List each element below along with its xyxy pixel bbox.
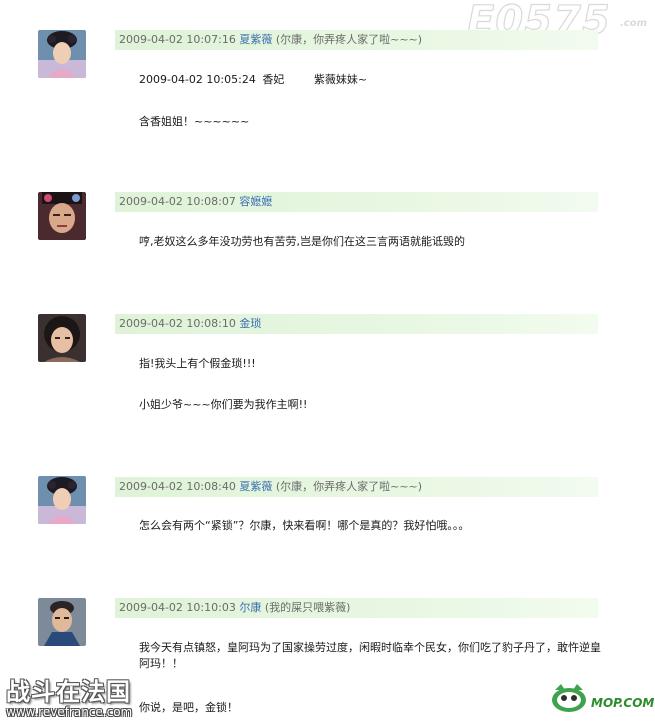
message-timestamp: 2009-04-02 10:10:03: [119, 601, 236, 614]
message-header: 2009-04-02 10:10:03 尔康 (我的屎只喂紫薇): [115, 598, 598, 618]
watermark-url: www.revefrance.com: [6, 705, 133, 719]
sender-signature: (尔康，你弄疼人家了啦~~~): [275, 480, 423, 493]
sender-name[interactable]: 夏紫薇: [239, 33, 272, 46]
avatar-jinsuo-icon: [38, 314, 86, 362]
message-timestamp: 2009-04-02 10:08:07: [119, 195, 236, 208]
message-timestamp: 2009-04-02 10:08:40: [119, 480, 236, 493]
sender-signature: (我的屎只喂紫薇): [264, 601, 351, 614]
message-text: 小姐少爷~~~你们要为我作主啊!!: [139, 398, 308, 411]
avatar-rongmama-icon: [38, 192, 86, 240]
avatar: [38, 598, 86, 646]
message-text: 怎么会有两个“紧锁”？尔康，快来看啊！哪个是真的？我好怕哦。。。: [139, 519, 470, 532]
message-text: 你说，是吧，金锁！: [139, 701, 238, 714]
avatar-erkang-icon: [38, 598, 86, 646]
forum-watermark: 战斗在法国 www.revefrance.com: [6, 672, 132, 719]
message-header: 2009-04-02 10:08:10 金琐: [115, 314, 598, 334]
avatar: [38, 476, 86, 524]
message-header: 2009-04-02 10:07:16 夏紫薇 (尔康，你弄疼人家了啦~~~): [115, 30, 598, 50]
sender-name[interactable]: 尔康: [239, 601, 261, 614]
avatar: [38, 30, 86, 78]
watermark-logo-sub: .com: [619, 18, 647, 29]
message-text: 含香姐姐！~~~~~~: [139, 115, 250, 128]
quoted-text: 紫薇妹妹~: [313, 73, 368, 86]
mop-watermark: MOP.COM: [549, 682, 654, 718]
quoted-sender: 香妃: [262, 73, 285, 86]
message-text: 哼,老奴这么多年没功劳也有苦劳,岂是你们在这三言两语就能诋毁的: [139, 235, 465, 248]
avatar: [38, 192, 86, 240]
avatar-ziwei-icon: [38, 476, 86, 524]
sender-name[interactable]: 金琐: [239, 317, 261, 330]
mop-logo-icon: [552, 684, 586, 712]
message-text: 指!我头上有个假金琐!!!: [139, 357, 256, 370]
message-timestamp: 2009-04-02 10:07:16: [119, 33, 236, 46]
message-header: 2009-04-02 10:08:40 夏紫薇 (尔康，你弄疼人家了啦~~~): [115, 477, 598, 497]
avatar: [38, 314, 86, 362]
quoted-message: 2009-04-02 10:05:24 香妃 紫薇妹妹~: [139, 72, 367, 88]
watermark-title: 战斗在法国: [6, 678, 131, 706]
avatar-ziwei-icon: [38, 30, 86, 78]
sender-name[interactable]: 夏紫薇: [239, 480, 272, 493]
mop-site-text: MOP.COM: [591, 696, 655, 710]
quoted-timestamp: 2009-04-02 10:05:24: [139, 73, 256, 86]
sender-name[interactable]: 容嬷嬷: [239, 195, 272, 208]
message-header: 2009-04-02 10:08:07 容嬷嬷: [115, 192, 598, 212]
message-timestamp: 2009-04-02 10:08:10: [119, 317, 236, 330]
sender-signature: (尔康，你弄疼人家了啦~~~): [275, 33, 423, 46]
message-text: 我今天有点镇怒，皇阿玛为了国家操劳过度，闲暇时临幸个民女，你们吃了豹子丹了，敢忤…: [139, 641, 601, 670]
